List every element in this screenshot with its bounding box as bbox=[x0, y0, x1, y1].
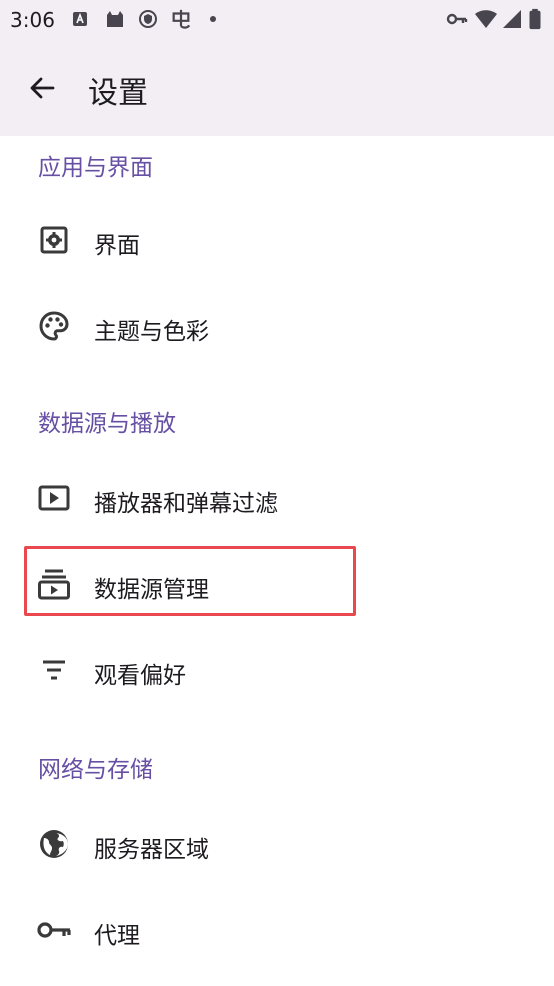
settings-item-label: 观看偏好 bbox=[94, 663, 186, 689]
section-header-network-storage: 网络与存储 bbox=[38, 757, 153, 783]
section-header-app-ui: 应用与界面 bbox=[38, 155, 153, 181]
vpn-key-icon bbox=[446, 13, 468, 25]
settings-item-theme[interactable]: 主题与色彩 bbox=[0, 284, 554, 368]
status-bar: 3:06 bbox=[0, 0, 554, 38]
settings-item-label: 主题与色彩 bbox=[94, 319, 209, 345]
settings-item-label: 代理 bbox=[94, 923, 140, 949]
status-time: 3:06 bbox=[10, 8, 55, 32]
settings-item-label: 服务器区域 bbox=[94, 837, 209, 863]
page-title: 设置 bbox=[88, 76, 148, 111]
key-icon bbox=[36, 912, 72, 948]
settings-gear-icon bbox=[36, 222, 72, 258]
more-dot-icon bbox=[210, 16, 216, 22]
notification-a-icon bbox=[73, 12, 87, 26]
settings-item-label: 数据源管理 bbox=[94, 577, 209, 603]
settings-list: 应用与界面 界面 主题与色彩 数据源与播放 播放器和弹幕过滤 数据源管理 观看偏… bbox=[0, 136, 554, 986]
settings-item-proxy[interactable]: 代理 bbox=[0, 888, 554, 972]
section-header-source-playback: 数据源与播放 bbox=[38, 411, 176, 437]
bug-char-icon bbox=[172, 9, 191, 29]
wifi-icon bbox=[475, 10, 497, 28]
settings-item-label: 界面 bbox=[94, 233, 140, 259]
settings-item-player-danmaku[interactable]: 播放器和弹幕过滤 bbox=[0, 456, 554, 540]
settings-item-watch-preference[interactable]: 观看偏好 bbox=[0, 628, 554, 712]
shield-icon bbox=[139, 10, 157, 28]
arrow-back-icon bbox=[30, 77, 55, 99]
app-bar: 设置 bbox=[0, 38, 554, 136]
cellular-signal-icon bbox=[503, 10, 521, 28]
stacked-media-icon bbox=[36, 566, 72, 602]
play-box-icon bbox=[36, 480, 72, 516]
settings-item-interface[interactable]: 界面 bbox=[0, 198, 554, 282]
battery-icon bbox=[529, 8, 541, 30]
settings-item-server-region[interactable]: 服务器区域 bbox=[0, 802, 554, 886]
cat-icon bbox=[107, 11, 123, 27]
filter-lines-icon bbox=[36, 652, 72, 688]
globe-icon bbox=[36, 826, 72, 862]
back-button[interactable] bbox=[20, 66, 64, 110]
palette-icon bbox=[36, 308, 72, 344]
settings-item-source-manage[interactable]: 数据源管理 bbox=[0, 542, 554, 626]
settings-item-label: 播放器和弹幕过滤 bbox=[94, 491, 278, 517]
